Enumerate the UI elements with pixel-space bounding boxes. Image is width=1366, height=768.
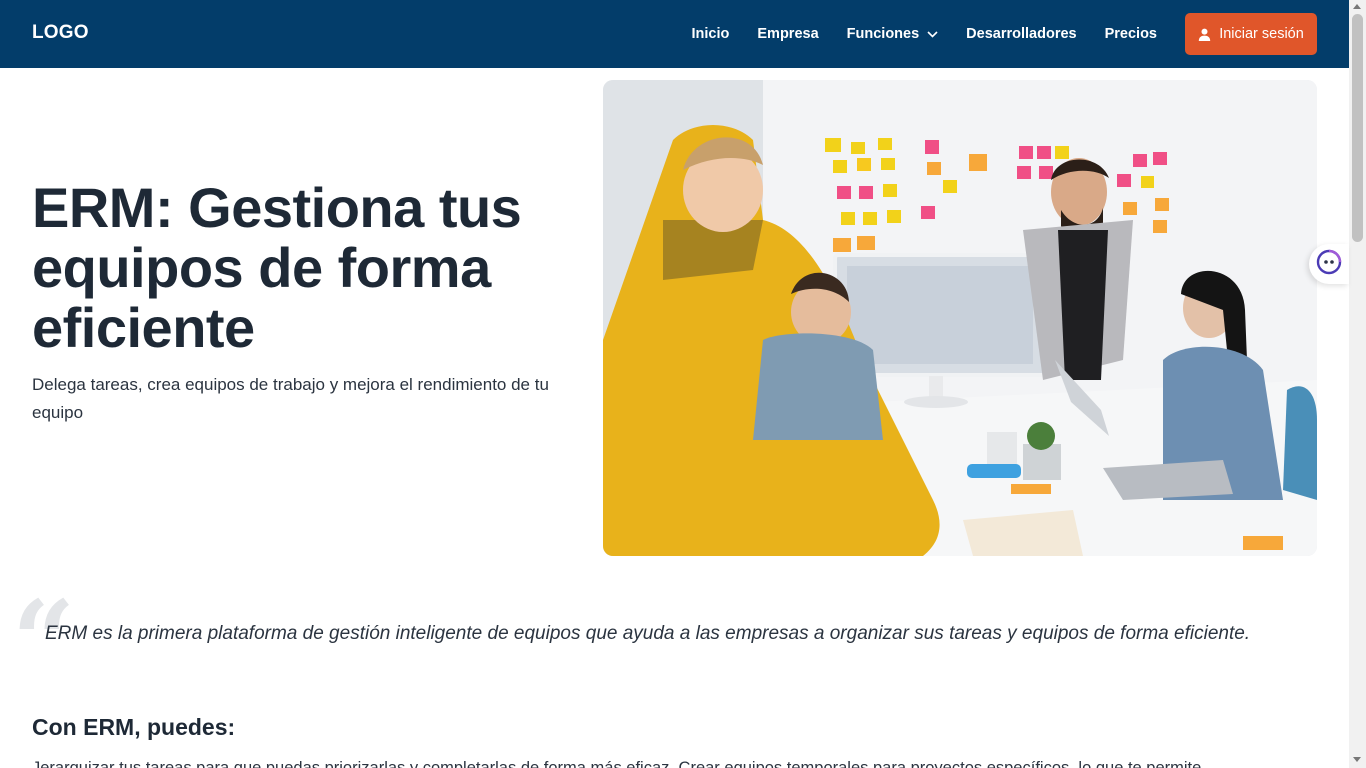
scroll-thumb[interactable]: [1352, 14, 1363, 242]
scroll-up-arrow-icon[interactable]: [1353, 4, 1361, 9]
hero-title: ERM: Gestiona tus equipos de forma efici…: [32, 176, 522, 359]
main-nav: Inicio Empresa Funciones Desarrolladores…: [692, 13, 1317, 55]
nav-item-funciones-label: Funciones: [846, 26, 920, 42]
features-text: Jerarquizar tus tareas para que puedas p…: [32, 759, 1202, 768]
chatbot-icon: [1316, 249, 1342, 280]
site-logo[interactable]: LOGO: [32, 22, 89, 44]
nav-item-funciones[interactable]: Funciones: [847, 26, 939, 42]
features-title: Con ERM, puedes:: [32, 714, 236, 740]
chevron-down-icon: [927, 26, 938, 42]
quote-text: ERM es la primera plataforma de gestión …: [45, 623, 1251, 644]
top-navbar: LOGO Inicio Empresa Funciones Desarrolla…: [0, 0, 1349, 68]
scroll-down-arrow-icon[interactable]: [1353, 757, 1361, 762]
page-scrollbar[interactable]: [1349, 0, 1366, 768]
login-button-label: Iniciar sesión: [1219, 26, 1304, 42]
nav-item-inicio[interactable]: Inicio: [692, 26, 730, 42]
user-icon: [1198, 28, 1211, 41]
nav-item-precios[interactable]: Precios: [1105, 26, 1157, 42]
hero-image: [603, 80, 1317, 556]
login-button[interactable]: Iniciar sesión: [1185, 13, 1317, 55]
nav-item-desarrolladores[interactable]: Desarrolladores: [966, 26, 1076, 42]
nav-item-empresa[interactable]: Empresa: [757, 26, 818, 42]
chatbot-widget-button[interactable]: [1309, 244, 1349, 284]
hero-subtitle: Delega tareas, crea equipos de trabajo y…: [32, 375, 549, 422]
